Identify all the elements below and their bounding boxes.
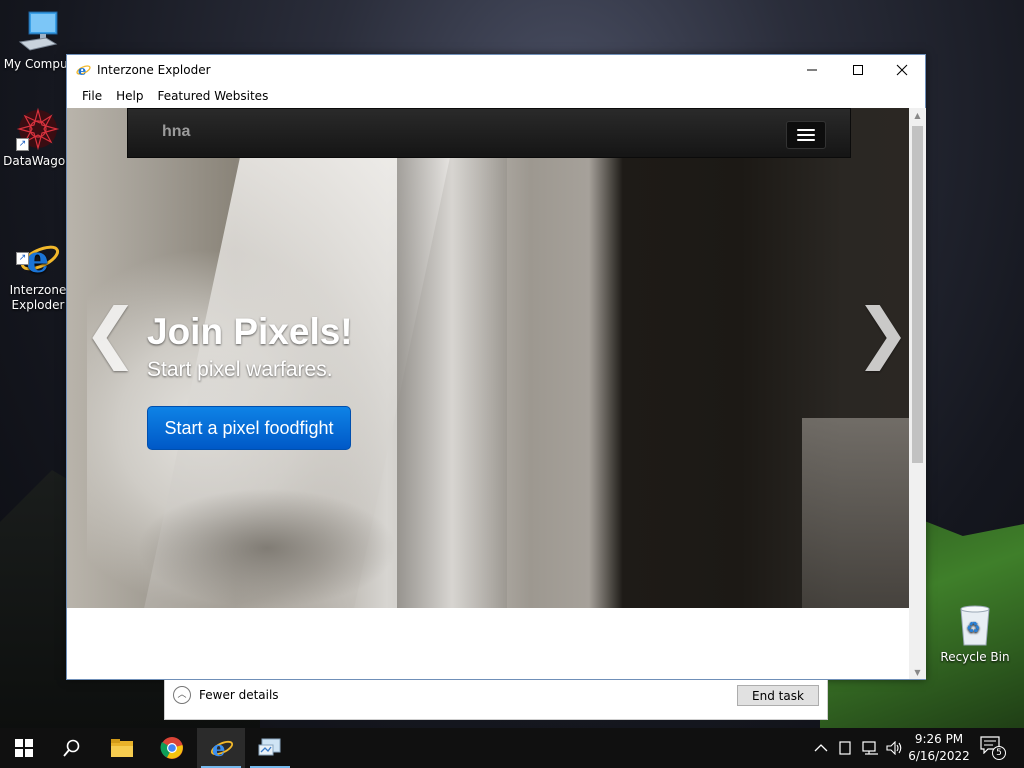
desktop-icon-datawagon[interactable]: ↗ DataWagon: [0, 107, 76, 169]
svg-text:♻: ♻: [966, 618, 980, 637]
action-center-button[interactable]: 5: [980, 736, 1006, 760]
svg-text:e: e: [26, 239, 49, 280]
search-button[interactable]: [48, 728, 96, 768]
hamburger-icon: [797, 129, 815, 131]
menu-toggle-button[interactable]: [786, 121, 826, 149]
scroll-down-arrow-icon[interactable]: ▼: [909, 665, 926, 679]
tray-volume-button[interactable]: [886, 728, 906, 768]
browser-window: e Interzone Exploder File Help Featured …: [66, 54, 926, 680]
scroll-up-arrow-icon[interactable]: ▲: [909, 108, 926, 122]
carousel-prev-button[interactable]: ❮: [83, 298, 138, 368]
menu-bar: File Help Featured Websites: [67, 84, 925, 108]
maximize-button[interactable]: [835, 55, 881, 84]
desktop-icon-interzone-exploder[interactable]: e ↗ Interzone Exploder: [0, 206, 76, 328]
carousel-next-button[interactable]: ❯: [855, 298, 909, 368]
scroll-thumb[interactable]: [912, 126, 923, 463]
clock-date: 6/16/2022: [908, 749, 970, 763]
network-app-icon: [258, 738, 281, 756]
desktop-icon-recycle-bin[interactable]: ♻ Recycle Bin: [937, 603, 1013, 665]
menu-help[interactable]: Help: [109, 84, 150, 108]
window-titlebar[interactable]: e Interzone Exploder: [67, 55, 925, 84]
hero-image-shape: [802, 418, 909, 608]
minimize-icon: [807, 69, 817, 70]
svg-text:e: e: [212, 736, 225, 760]
recycle-bin-icon: ♻: [953, 603, 997, 647]
datawagon-icon: ↗: [16, 107, 60, 151]
desktop-icon-label: Recycle Bin: [940, 650, 1010, 664]
taskbar-clock[interactable]: 9:26 PM 6/16/2022: [906, 731, 972, 765]
taskbar-file-explorer[interactable]: [98, 728, 146, 768]
file-explorer-icon: [111, 739, 133, 757]
search-icon: [63, 739, 80, 757]
chrome-icon: [160, 737, 183, 759]
hero-cta-button[interactable]: Start a pixel foodfight: [147, 406, 351, 450]
menu-file[interactable]: File: [75, 84, 109, 108]
hamburger-icon: [797, 134, 815, 136]
page-viewport: ❮ ❯ Join Pixels! Start pixel warfares. S…: [67, 108, 909, 679]
desktop-icon-my-computer[interactable]: My Comput: [0, 10, 76, 72]
fewer-details-link[interactable]: Fewer details: [199, 688, 279, 702]
tray-overflow-button[interactable]: [814, 728, 832, 768]
close-icon: [896, 64, 908, 75]
vertical-scrollbar[interactable]: ▲ ▼: [909, 108, 926, 679]
desktop-icon-label: DataWagon: [3, 154, 73, 168]
hero-title: Join Pixels!: [147, 311, 353, 352]
hero-image-shape: [137, 488, 397, 608]
shortcut-arrow-icon: ↗: [16, 252, 29, 265]
minimize-button[interactable]: [789, 55, 835, 84]
site-brand[interactable]: hna: [162, 123, 190, 141]
shortcut-arrow-icon: ↗: [16, 138, 29, 151]
browser-icon: e ↗: [16, 221, 60, 281]
clock-time: 9:26 PM: [914, 732, 964, 746]
hero-subtitle: Start pixel warfares.: [147, 358, 333, 381]
taskbar: e 9:26 PM 6/16/2022 5: [0, 728, 1024, 768]
browser-icon: e: [76, 64, 91, 78]
chevron-up-icon: [814, 744, 828, 752]
window-title: Interzone Exploder: [97, 62, 211, 77]
svg-text:e: e: [78, 64, 86, 78]
chevron-up-icon[interactable]: ︿: [173, 686, 191, 704]
tray-tablet-button[interactable]: [839, 728, 855, 768]
start-icon: [15, 739, 33, 757]
browser-icon: e: [210, 736, 234, 760]
tablet-icon: [839, 741, 851, 755]
hero-carousel: ❮ ❯ Join Pixels! Start pixel warfares. S…: [67, 108, 909, 608]
end-task-button[interactable]: End task: [737, 685, 819, 706]
taskbar-interzone-exploder[interactable]: e: [197, 728, 245, 768]
volume-icon: [886, 741, 902, 755]
desktop-icon-label: Interzone Exploder: [9, 283, 67, 312]
tray-network-button[interactable]: [862, 728, 882, 768]
menu-featured-websites[interactable]: Featured Websites: [150, 84, 275, 108]
notification-count-badge: 5: [992, 746, 1006, 760]
maximize-icon: [853, 64, 863, 75]
taskbar-chrome[interactable]: [148, 728, 196, 768]
task-manager-footer: ︿ Fewer details End task: [164, 680, 828, 720]
hamburger-icon: [797, 139, 815, 141]
computer-icon: [16, 10, 60, 54]
hero-image-shape: [397, 138, 507, 608]
network-icon: [862, 741, 878, 755]
site-navbar: hna: [127, 108, 851, 158]
close-button[interactable]: [879, 55, 925, 84]
start-button[interactable]: [0, 728, 48, 768]
taskbar-network-app[interactable]: [246, 728, 294, 768]
desktop-icon-label: My Comput: [3, 57, 73, 71]
